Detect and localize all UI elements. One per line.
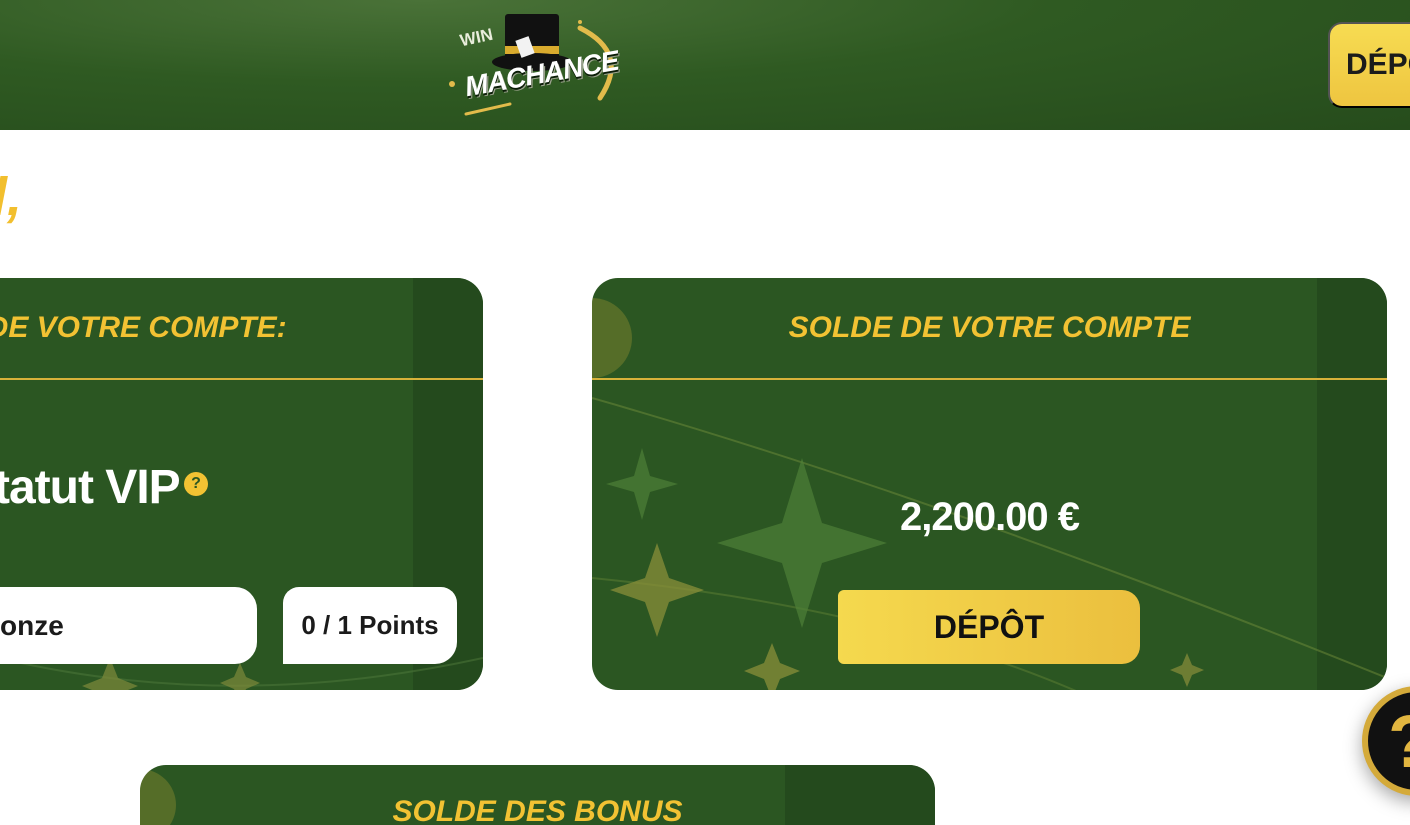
greeting-text: l, xyxy=(0,167,23,227)
bonus-balance-card: SOLDE DES BONUS xyxy=(140,765,935,825)
help-chat-button[interactable]: ? xyxy=(1362,686,1410,796)
vip-help-icon[interactable]: ? xyxy=(184,472,208,496)
header-deposit-button[interactable]: DÉPÔT xyxy=(1328,22,1410,108)
vip-points-badge: 0 / 1 Points xyxy=(283,587,457,664)
vip-status-label: tatut VIP xyxy=(0,461,181,514)
balance-card-title: SOLDE DE VOTRE COMPTE xyxy=(592,278,1387,380)
site-logo[interactable]: WIN MACHANCE xyxy=(440,8,630,124)
vip-card-title: T DE VOTRE COMPTE: xyxy=(0,278,483,380)
deposit-button[interactable]: DÉPÔT xyxy=(838,590,1140,664)
account-balance-amount: 2,200.00 € xyxy=(899,495,1080,539)
top-header: WIN MACHANCE DÉPÔT xyxy=(0,0,1410,130)
bonus-card-title: SOLDE DES BONUS xyxy=(392,795,683,825)
question-mark-icon: ? xyxy=(1388,699,1410,784)
vip-tier-badge: onze xyxy=(0,587,257,664)
